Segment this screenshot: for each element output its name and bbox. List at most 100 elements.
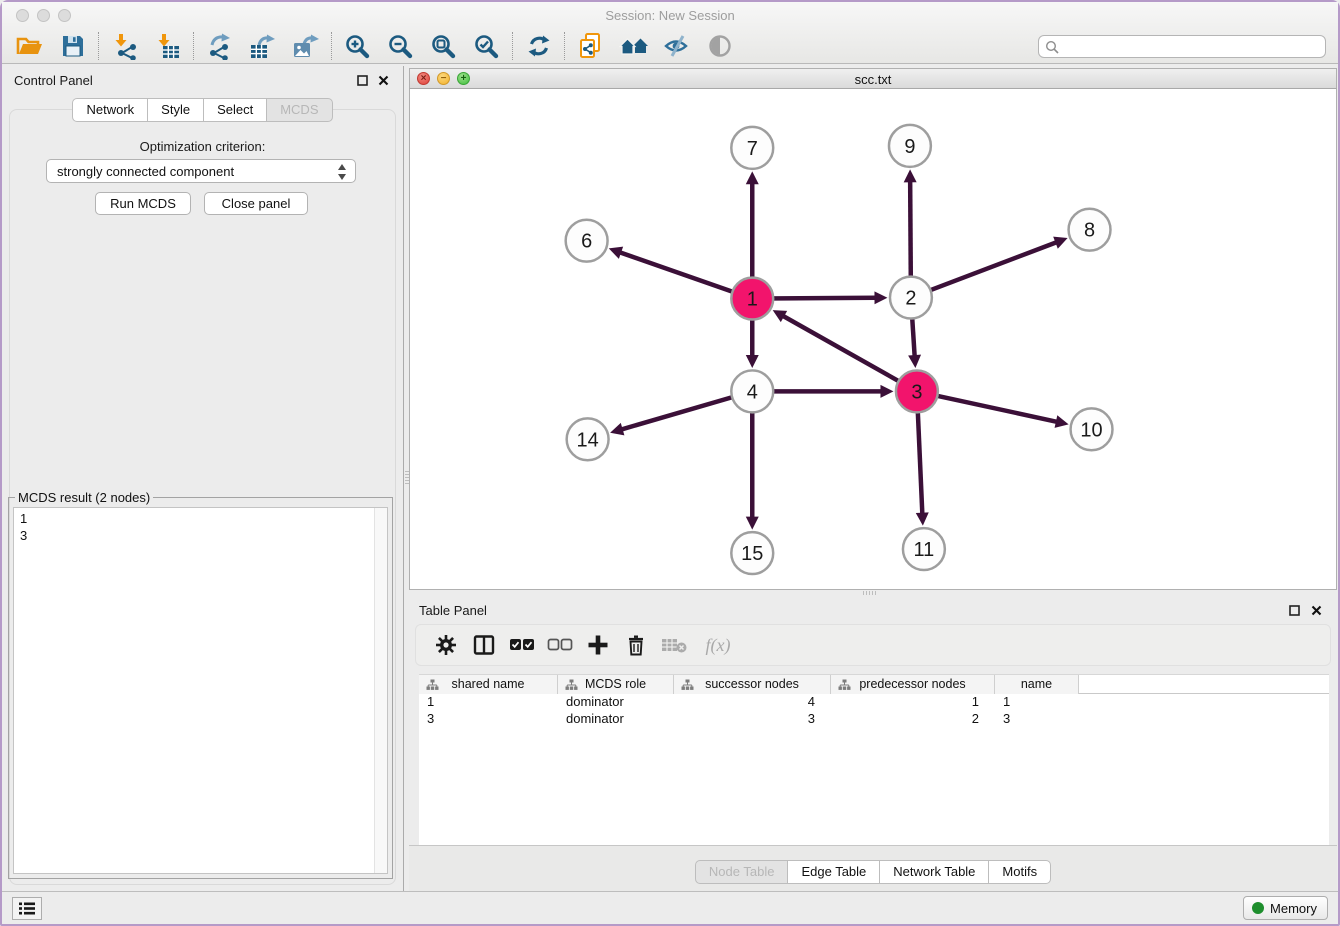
graph-node-6[interactable]: 6 bbox=[566, 220, 608, 262]
control-panel-tabs: NetworkStyleSelectMCDS bbox=[2, 98, 403, 122]
zoom-fit-icon bbox=[430, 33, 457, 60]
svg-text:6: 6 bbox=[581, 231, 592, 253]
svg-text:11: 11 bbox=[914, 539, 935, 561]
cell-mcds-role[interactable]: dominator bbox=[558, 694, 674, 711]
graph-edge-4-14[interactable] bbox=[610, 391, 752, 435]
graph-node-2[interactable]: 2 bbox=[890, 277, 932, 319]
column-label: MCDS role bbox=[585, 677, 646, 691]
graph-node-10[interactable]: 10 bbox=[1071, 408, 1113, 450]
result-scrollbar[interactable] bbox=[374, 508, 387, 873]
graph-node-9[interactable]: 9 bbox=[889, 125, 931, 167]
cell-shared-name[interactable]: 1 bbox=[419, 694, 558, 711]
zoom-out-button[interactable] bbox=[379, 30, 422, 62]
houses-button[interactable] bbox=[612, 30, 655, 62]
tab-edge-table[interactable]: Edge Table bbox=[787, 860, 880, 884]
zoom-selected-button[interactable] bbox=[465, 30, 508, 62]
close-panel-icon[interactable] bbox=[377, 74, 390, 87]
sort-tree-icon bbox=[681, 679, 694, 691]
cell-predecessor-nodes[interactable]: 2 bbox=[831, 711, 995, 728]
save-session-button[interactable] bbox=[51, 30, 94, 62]
memory-button[interactable]: Memory bbox=[1243, 896, 1328, 920]
export-table-icon bbox=[249, 33, 277, 60]
toolbar-separator bbox=[564, 32, 565, 60]
svg-text:1: 1 bbox=[747, 289, 758, 311]
cell-predecessor-nodes[interactable]: 1 bbox=[831, 694, 995, 711]
graph-node-15[interactable]: 15 bbox=[731, 532, 773, 574]
cell-successor-nodes[interactable]: 3 bbox=[674, 711, 831, 728]
mcds-result-line: 1 bbox=[14, 508, 387, 527]
column-label: name bbox=[1021, 677, 1052, 691]
mcds-result-textarea[interactable]: 13 bbox=[13, 507, 388, 874]
column-header-shared-name[interactable]: shared name bbox=[419, 675, 558, 694]
graph-node-14[interactable]: 14 bbox=[567, 418, 609, 460]
import-table-button[interactable] bbox=[146, 30, 189, 62]
hide-selected-button[interactable] bbox=[655, 30, 698, 62]
cell-successor-nodes[interactable]: 4 bbox=[674, 694, 831, 711]
graph-node-4[interactable]: 4 bbox=[731, 370, 773, 412]
table-type-tabs: Node TableEdge TableNetwork TableMotifs bbox=[409, 860, 1337, 884]
open-session-button[interactable] bbox=[8, 30, 51, 62]
clone-network-button[interactable] bbox=[569, 30, 612, 62]
table-settings-button[interactable] bbox=[430, 630, 462, 660]
delete-table-icon bbox=[661, 636, 687, 654]
search-input[interactable] bbox=[1063, 37, 1319, 56]
tab-network[interactable]: Network bbox=[72, 98, 148, 122]
column-header-successor-nodes[interactable]: successor nodes bbox=[674, 675, 831, 694]
graph-node-8[interactable]: 8 bbox=[1069, 209, 1111, 251]
export-image-icon bbox=[292, 33, 320, 60]
delete-column-button[interactable] bbox=[620, 630, 652, 660]
graph-edge-3-10[interactable] bbox=[917, 391, 1069, 428]
import-network-button[interactable] bbox=[103, 30, 146, 62]
column-header-predecessor-nodes[interactable]: predecessor nodes bbox=[831, 675, 995, 694]
graph-edge-2-8[interactable] bbox=[911, 237, 1068, 298]
export-network-button[interactable] bbox=[198, 30, 241, 62]
zoom-in-button[interactable] bbox=[336, 30, 379, 62]
graph-edge-1-6[interactable] bbox=[609, 247, 753, 299]
export-table-button[interactable] bbox=[241, 30, 284, 62]
tab-node-table[interactable]: Node Table bbox=[695, 860, 789, 884]
select-all-columns-button[interactable] bbox=[506, 630, 538, 660]
task-history-button[interactable] bbox=[12, 897, 42, 920]
graph-node-11[interactable]: 11 bbox=[903, 528, 945, 570]
list-icon bbox=[18, 901, 36, 916]
eye-slash-icon bbox=[663, 33, 691, 59]
cell-shared-name[interactable]: 3 bbox=[419, 711, 558, 728]
graph-edge-3-1[interactable] bbox=[773, 310, 917, 391]
close-panel-button[interactable]: Close panel bbox=[204, 192, 308, 215]
graph-node-7[interactable]: 7 bbox=[731, 127, 773, 169]
toolbar-separator bbox=[193, 32, 194, 60]
float-panel-icon[interactable] bbox=[356, 74, 369, 87]
svg-text:7: 7 bbox=[747, 138, 758, 160]
tab-style[interactable]: Style bbox=[147, 98, 204, 122]
cell-mcds-role[interactable]: dominator bbox=[558, 711, 674, 728]
show-hidden-button[interactable] bbox=[698, 30, 741, 62]
criterion-dropdown[interactable]: strongly connected component bbox=[46, 159, 356, 183]
table-row[interactable]: 1dominator411 bbox=[419, 694, 1329, 711]
network-canvas[interactable]: 7 9 6 8 1 2 4 3 14 10 15 11 bbox=[409, 89, 1337, 590]
graph-node-3[interactable]: 3 bbox=[896, 370, 938, 412]
zoom-fit-button[interactable] bbox=[422, 30, 465, 62]
graph-node-1[interactable]: 1 bbox=[731, 278, 773, 320]
memory-label: Memory bbox=[1270, 901, 1317, 916]
cell-name[interactable]: 1 bbox=[995, 694, 1079, 711]
float-panel-icon[interactable] bbox=[1288, 604, 1301, 617]
refresh-button[interactable] bbox=[517, 30, 560, 62]
tab-motifs[interactable]: Motifs bbox=[988, 860, 1051, 884]
show-column-button[interactable] bbox=[468, 630, 500, 660]
status-bar: Memory bbox=[2, 891, 1338, 924]
run-mcds-button[interactable]: Run MCDS bbox=[95, 192, 191, 215]
column-header-name[interactable]: name bbox=[995, 675, 1079, 694]
tab-network-table[interactable]: Network Table bbox=[879, 860, 989, 884]
column-header-mcds-role[interactable]: MCDS role bbox=[558, 675, 674, 694]
tab-select[interactable]: Select bbox=[203, 98, 267, 122]
splitter-grip[interactable] bbox=[861, 591, 877, 595]
export-image-button[interactable] bbox=[284, 30, 327, 62]
table-row[interactable]: 3dominator323 bbox=[419, 711, 1329, 728]
tab-mcds[interactable]: MCDS bbox=[266, 98, 332, 122]
columns-icon bbox=[473, 634, 495, 656]
close-panel-icon[interactable] bbox=[1310, 604, 1323, 617]
create-column-button[interactable] bbox=[582, 630, 614, 660]
unselect-all-columns-button[interactable] bbox=[544, 630, 576, 660]
svg-text:2: 2 bbox=[905, 288, 916, 310]
cell-name[interactable]: 3 bbox=[995, 711, 1079, 728]
